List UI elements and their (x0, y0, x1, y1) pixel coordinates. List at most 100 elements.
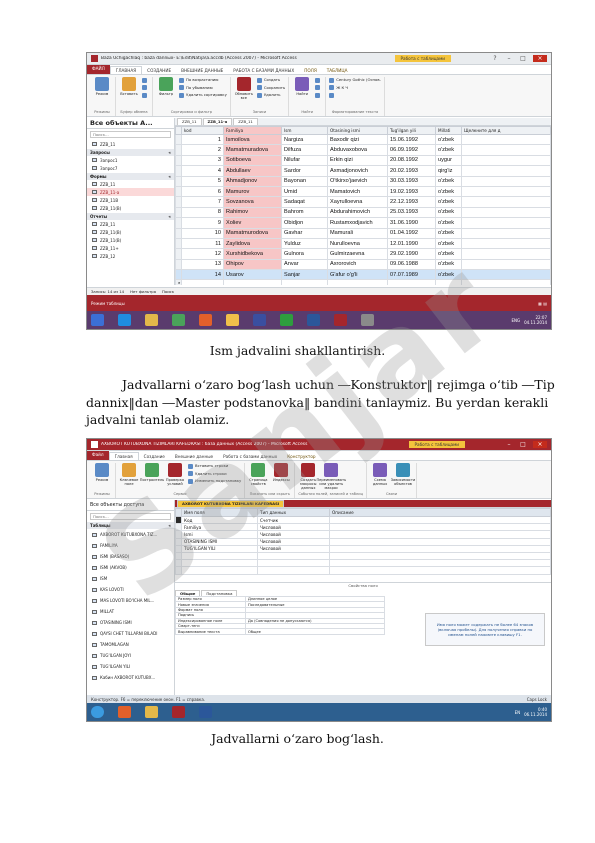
column-header[interactable]: Ism (281, 126, 328, 135)
nav-group-collapse-icon[interactable]: « (168, 214, 171, 219)
ribbon-button[interactable]: Режим (92, 463, 112, 482)
nav-item[interactable]: MILLAT (87, 606, 174, 617)
property-row[interactable]: Выравнивание текста Общее (175, 628, 385, 635)
table-cell[interactable]: G'afur o'g'li (327, 269, 388, 281)
nav-item[interactable]: ZZB_12 (87, 252, 174, 260)
table-row[interactable]: 3 Sotiboeva Nilufar Erkin qizi 20.08.1992 uyg… (175, 154, 551, 167)
table-cell[interactable]: Nilufar (281, 154, 328, 167)
table-row[interactable]: 13 Ohipov Anvar Axrorovich 09.06.1988 o'zbek (175, 258, 551, 271)
ribbon-button[interactable]: Проверка условий (165, 463, 185, 486)
design-row[interactable]: Familiya Числовой (175, 523, 551, 532)
column-header[interactable]: Описание (329, 508, 551, 517)
table-cell[interactable]: 14 (181, 269, 224, 281)
record-search[interactable]: Поиск (162, 289, 174, 294)
nav-item[interactable]: ZZB_11(B) (87, 204, 174, 212)
table-cell[interactable]: 20.02.1993 (387, 165, 436, 177)
nav-item[interactable]: OTASINING ISMI (87, 617, 174, 628)
ribbon-small-button[interactable]: Удалить (257, 92, 285, 98)
access-taskbar-icon[interactable] (334, 314, 347, 326)
nav-search-input[interactable]: Поиск... (90, 131, 171, 138)
table-cell[interactable]: o'zbek (435, 217, 462, 229)
nav-search-input-2[interactable]: Поиск... (90, 513, 171, 520)
nav-item[interactable]: ZZB_11 (87, 220, 174, 228)
nav-item[interactable]: KAS LOVOTI (87, 584, 174, 595)
table-cell[interactable]: o'zbek (435, 133, 462, 146)
table-cell-empty[interactable] (461, 279, 551, 285)
design-cell[interactable] (329, 515, 551, 525)
table-cell[interactable]: 07.07.1989 (387, 269, 436, 281)
table-cell[interactable]: 06.09.1992 (387, 144, 436, 156)
table-cell[interactable]: Mamatovich (327, 185, 388, 198)
design-cell[interactable] (329, 537, 551, 546)
design-cell[interactable]: Счетчик (257, 515, 330, 525)
language-indicator[interactable]: ENG (511, 318, 520, 323)
table-cell[interactable]: Rahimov (223, 206, 282, 219)
table-cell[interactable]: o'zbek (435, 248, 462, 260)
table-cell[interactable]: Abduvaxobova (327, 144, 388, 156)
column-header[interactable]: Otasining ismi (327, 126, 388, 135)
table-cell[interactable]: 19.02.1993 (387, 185, 436, 198)
ribbon-tab-5[interactable]: ПОЛЯ (299, 67, 322, 74)
design-row-empty[interactable] (175, 551, 551, 561)
doc-tab-active-2[interactable]: AXBOROT KUTUBXONA TIZIMLARI KAFEDRASI (177, 500, 285, 507)
ribbon-tab-4[interactable]: Работа с базами данных (218, 453, 282, 460)
column-header[interactable]: Familiya (223, 126, 282, 135)
nav-item[interactable]: FAMILIYA (87, 540, 174, 551)
minimize-button-2[interactable]: – (505, 441, 513, 448)
table-cell[interactable]: 25.03.1993 (387, 206, 436, 219)
table-row[interactable]: 2 Mamatmuradova Dilfuza Abduvaxobova 06.09.1… (175, 144, 551, 156)
table-cell-empty[interactable] (223, 279, 282, 285)
table-cell-empty[interactable] (461, 269, 551, 281)
table-cell[interactable]: Gavhar (281, 227, 328, 239)
ribbon-small-button[interactable] (315, 77, 322, 83)
explorer-icon[interactable] (145, 314, 158, 326)
start-icon[interactable] (91, 314, 104, 326)
table-cell-empty[interactable] (461, 175, 551, 187)
column-header[interactable]: Tug'ilgan yili (387, 126, 436, 135)
design-cell-empty[interactable] (257, 566, 330, 575)
table-cell[interactable]: 7 (181, 196, 224, 208)
ribbon-small-button[interactable]: Вставить строки (188, 463, 241, 469)
design-cell[interactable]: OTASINING ISMI (181, 537, 258, 546)
close-button-2[interactable]: × (533, 441, 547, 448)
table-cell[interactable]: 12 (181, 248, 224, 260)
ribbon-small-button[interactable]: Удалить сортировку (179, 92, 227, 98)
ribbon-button[interactable]: Переименовать или удалить макрос (316, 463, 346, 490)
table-cell-empty[interactable] (461, 258, 551, 271)
table-cell[interactable]: o'zbek (435, 258, 462, 271)
table-row[interactable]: 9 Xoliev Obidjon Rustamxodjavich 31.06.1990 o… (175, 217, 551, 229)
table-cell[interactable]: o'zbek (435, 237, 462, 250)
design-cell[interactable]: Familiya (181, 523, 258, 532)
table-cell[interactable]: Nurulloevna (327, 237, 388, 250)
ribbon-tab-0[interactable]: ФАЙЛ (87, 64, 110, 74)
start-orb-icon[interactable] (91, 706, 104, 718)
ribbon-small-button[interactable] (142, 92, 149, 98)
design-row-empty[interactable] (175, 559, 551, 568)
table-row[interactable]: 11 Zaylidova Yulduz Nurulloevna 12.01.1990 o'… (175, 237, 551, 250)
ribbon-small-button[interactable] (315, 85, 322, 91)
table-row[interactable]: 10 Mamatmurodova Gavhar Mamurali 01.04.1992 o… (175, 227, 551, 239)
nav-pane-title[interactable]: Все объекты A... (87, 118, 174, 129)
design-cell-empty[interactable] (257, 559, 330, 568)
design-cell[interactable]: Числовой (257, 523, 330, 532)
column-header[interactable]: Имя поля (181, 508, 258, 517)
design-cell[interactable]: Ismi (181, 530, 258, 539)
table-row[interactable]: 1 Ismoilova Nargiza Baxodir qizi 15.06.1992 o… (175, 133, 551, 146)
ribbon-tab-4[interactable]: РАБОТА С БАЗАМИ ДАННЫХ (228, 67, 299, 74)
nav-item[interactable]: ZZB_11 (87, 140, 174, 148)
table-cell-empty[interactable] (461, 227, 551, 239)
design-cell[interactable]: TUG'ILGAN YILI (181, 544, 258, 553)
maximize-button-2[interactable]: □ (519, 441, 527, 448)
table-cell[interactable]: o'zbek (435, 227, 462, 239)
ribbon-tab-2[interactable]: Создание (139, 453, 170, 460)
table-cell[interactable]: Xoliev (223, 217, 282, 229)
table-cell-empty[interactable] (461, 217, 551, 229)
table-cell[interactable]: Zaylidova (223, 237, 282, 250)
table-row[interactable]: 8 Rahimov Bahrom Abdurahimovich 25.03.1993 o'… (175, 206, 551, 219)
table-cell[interactable]: Ohipov (223, 258, 282, 271)
table-cell[interactable]: Baxodir qizi (327, 133, 388, 146)
ribbon-button[interactable]: Ключевое поле (119, 463, 139, 486)
table-cell[interactable]: Umid (281, 185, 328, 198)
design-cell[interactable]: Числовой (257, 530, 330, 539)
table-cell[interactable]: Ahmadjonov (223, 175, 282, 187)
